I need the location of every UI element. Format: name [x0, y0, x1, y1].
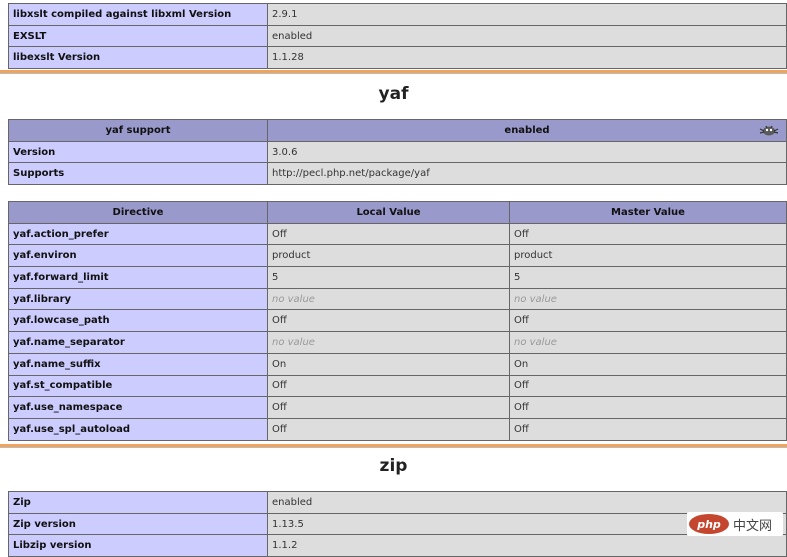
- table-row: Zip enabled: [8, 491, 787, 514]
- row-label: Libzip version: [8, 534, 268, 557]
- row-value: 2.9.1: [267, 3, 787, 26]
- master-value: product: [509, 244, 787, 268]
- section-title-yaf: yaf: [378, 84, 409, 104]
- row-value: 3.0.6: [267, 140, 787, 164]
- table-row: yaf.library no value no value: [8, 287, 787, 311]
- master-value: Off: [509, 309, 787, 333]
- php-cn-watermark: php 中文网: [687, 512, 783, 536]
- master-value: no value: [509, 331, 787, 354]
- table-header-row: Directive Local Value Master Value: [8, 201, 787, 224]
- local-value: no value: [267, 287, 510, 311]
- yaf-directives-table: Directive Local Value Master Value yaf.a…: [8, 201, 787, 441]
- table-row: yaf.lowcase_path Off Off: [8, 309, 787, 333]
- master-value: Off: [509, 417, 787, 441]
- zip-info-table: Zip enabled Zip version 1.13.5 Libzip ve…: [8, 491, 787, 557]
- section-title-zip: zip: [379, 456, 408, 476]
- table-row: Supports http://pecl.php.net/package/yaf: [8, 162, 787, 186]
- no-value-text: no value: [514, 336, 557, 348]
- row-label: Zip version: [8, 512, 268, 536]
- row-label: Supports: [8, 162, 268, 186]
- no-value-text: no value: [272, 336, 315, 348]
- no-value-text: no value: [514, 293, 557, 305]
- row-value: enabled: [267, 491, 787, 514]
- no-value-text: no value: [272, 293, 315, 305]
- table-row: yaf.forward_limit 5 5: [8, 266, 787, 289]
- row-label: Zip: [8, 491, 268, 514]
- table-row: yaf.action_prefer Off Off: [8, 222, 787, 246]
- local-value: 5: [267, 266, 510, 289]
- local-value: product: [267, 244, 510, 268]
- table-row: Zip version 1.13.5: [8, 512, 787, 536]
- directive-name: yaf.forward_limit: [8, 266, 268, 289]
- section-separator-shadow: [0, 73, 787, 74]
- row-label: libexslt Version: [8, 46, 268, 70]
- table-row: yaf.st_compatible Off Off: [8, 374, 787, 398]
- header-master-value: Master Value: [509, 201, 787, 224]
- row-value: http://pecl.php.net/package/yaf: [267, 162, 787, 186]
- table-row: Libzip version 1.1.2: [8, 534, 787, 557]
- table-row: yaf.environ product product: [8, 244, 787, 268]
- directive-name: yaf.st_compatible: [8, 374, 268, 398]
- local-value: Off: [267, 417, 510, 441]
- local-value: Off: [267, 222, 510, 246]
- directive-name: yaf.name_separator: [8, 331, 268, 354]
- header-status-label: enabled: [504, 124, 550, 136]
- directive-name: yaf.lowcase_path: [8, 309, 268, 333]
- yaf-logo-icon: [759, 125, 779, 136]
- local-value: Off: [267, 309, 510, 333]
- header-cell: yaf support: [8, 119, 268, 142]
- table-row: EXSLT enabled: [8, 24, 787, 48]
- row-label: Version: [8, 140, 268, 164]
- directive-name: yaf.use_spl_autoload: [8, 417, 268, 441]
- row-value: 1.1.2: [267, 534, 787, 557]
- xsl-info-table: libxslt compiled against libxml Version …: [8, 3, 787, 70]
- row-label: libxslt compiled against libxml Version: [8, 3, 268, 26]
- directive-name: yaf.use_namespace: [8, 396, 268, 419]
- table-header-row: yaf support enabled: [8, 119, 787, 142]
- header-directive: Directive: [8, 201, 268, 224]
- row-value: enabled: [267, 24, 787, 48]
- table-row: Version 3.0.6: [8, 140, 787, 164]
- yaf-info-table: yaf support enabled Version 3.0.6 Suppor…: [8, 119, 787, 186]
- table-row: libexslt Version 1.1.28: [8, 46, 787, 70]
- directive-name: yaf.action_prefer: [8, 222, 268, 246]
- watermark-text: 中文网: [733, 518, 773, 534]
- php-logo-badge: php: [689, 514, 729, 534]
- master-value: Off: [509, 222, 787, 246]
- master-value: Off: [509, 396, 787, 419]
- local-value: Off: [267, 396, 510, 419]
- local-value: On: [267, 352, 510, 376]
- master-value: On: [509, 352, 787, 376]
- local-value: Off: [267, 374, 510, 398]
- directive-name: yaf.library: [8, 287, 268, 311]
- directive-name: yaf.environ: [8, 244, 268, 268]
- table-row: libxslt compiled against libxml Version …: [8, 3, 787, 26]
- row-label: EXSLT: [8, 24, 268, 48]
- header-cell-status: enabled: [267, 119, 787, 142]
- master-value: 5: [509, 266, 787, 289]
- directive-name: yaf.name_suffix: [8, 352, 268, 376]
- master-value: Off: [509, 374, 787, 398]
- table-row: yaf.use_spl_autoload Off Off: [8, 417, 787, 441]
- table-row: yaf.name_separator no value no value: [8, 331, 787, 354]
- row-value: 1.1.28: [267, 46, 787, 70]
- section-separator-shadow: [0, 447, 787, 448]
- local-value: no value: [267, 331, 510, 354]
- master-value: no value: [509, 287, 787, 311]
- header-local-value: Local Value: [267, 201, 510, 224]
- table-row: yaf.use_namespace Off Off: [8, 396, 787, 419]
- table-row: yaf.name_suffix On On: [8, 352, 787, 376]
